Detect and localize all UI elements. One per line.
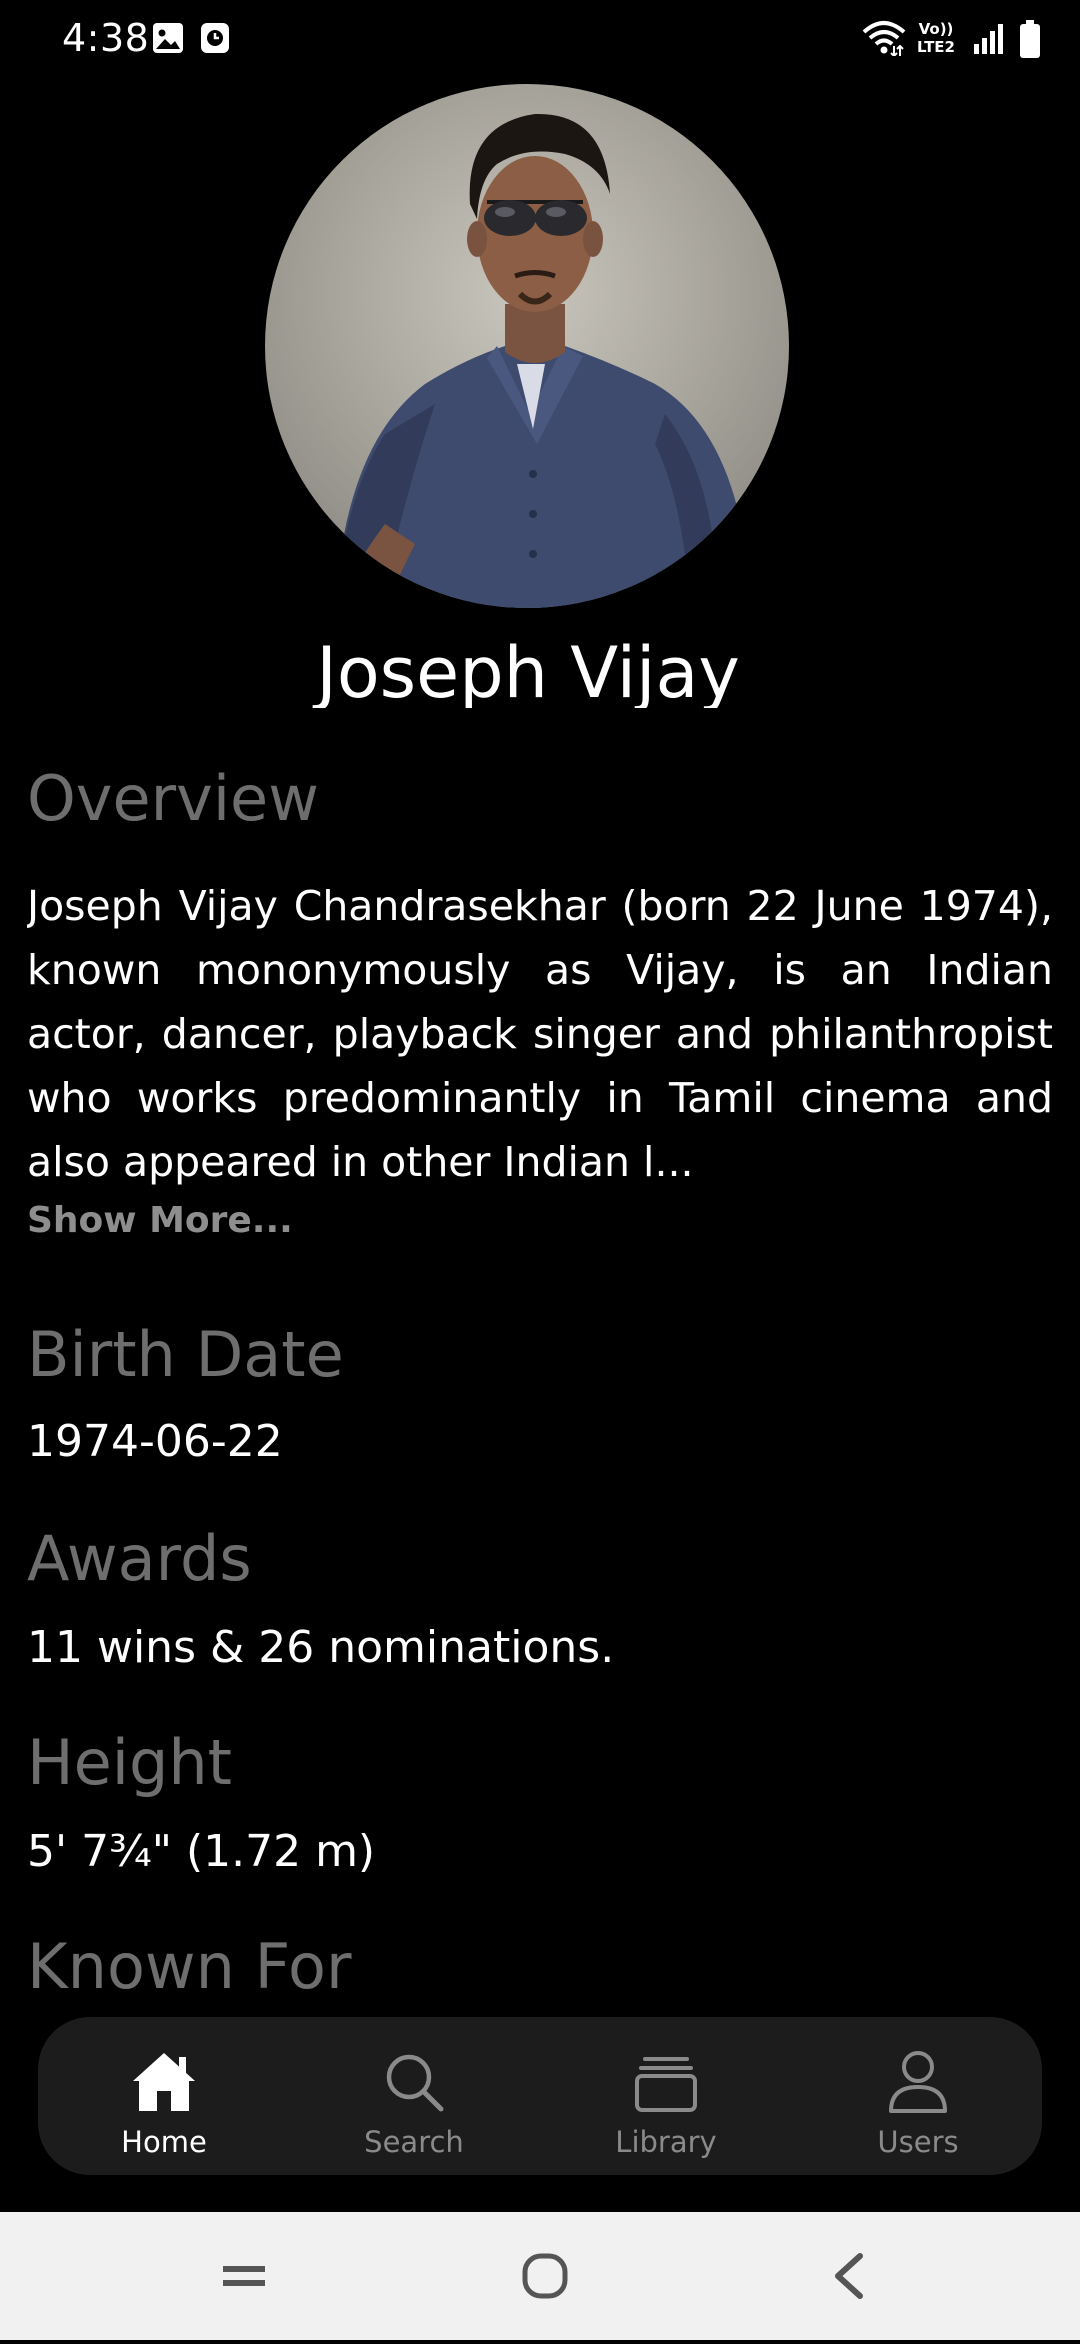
home-circle-icon (522, 2253, 568, 2299)
overview-text: Joseph Vijay Chandrasekhar (born 22 June… (27, 882, 1053, 1186)
nav-label-library: Library (615, 2125, 717, 2159)
awards-title: Awards (27, 1522, 252, 1595)
awards-value: 11 wins & 26 nominations. (27, 1622, 615, 1673)
search-icon (386, 2054, 444, 2112)
recents-button[interactable] (183, 2212, 303, 2340)
nav-label-users: Users (877, 2125, 959, 2159)
status-bar: 4:38 Vo)) LTE2 (0, 0, 1080, 80)
system-home-button[interactable] (485, 2212, 605, 2340)
volte-label: Vo)) (918, 20, 954, 38)
height-value: 5' 7¾" (1.72 m) (27, 1826, 376, 1877)
status-right-group: Vo)) LTE2 (820, 0, 1080, 80)
height-title: Height (27, 1726, 232, 1799)
overview-title: Overview (27, 762, 319, 835)
recents-icon (223, 2266, 265, 2286)
clock-app-icon (201, 23, 229, 53)
bottom-nav: Home Search Library Users (38, 2017, 1042, 2175)
wifi-icon (862, 21, 906, 56)
nav-item-library[interactable]: Library (576, 2017, 756, 2175)
birth-date-value: 1974-06-22 (27, 1416, 283, 1467)
nav-label-home: Home (121, 2125, 207, 2159)
known-for-title: Known For (27, 1930, 352, 2003)
user-icon (889, 2051, 947, 2113)
avatar-portrait (335, 113, 745, 608)
status-time: 4:38 (62, 16, 150, 60)
nav-item-search[interactable]: Search (324, 2017, 504, 2175)
signal-icon (974, 24, 1003, 54)
show-more-link[interactable]: Show More... (27, 1200, 293, 1241)
system-nav-bar (0, 2212, 1080, 2340)
nav-item-home[interactable]: Home (74, 2017, 254, 2175)
profile-avatar (265, 84, 789, 608)
back-button[interactable] (788, 2212, 908, 2340)
library-icon (635, 2057, 697, 2112)
nav-label-search: Search (364, 2125, 464, 2159)
birth-date-title: Birth Date (27, 1318, 344, 1391)
nav-item-users[interactable]: Users (828, 2017, 1008, 2175)
gallery-icon (153, 23, 183, 53)
back-icon (835, 2253, 863, 2299)
lte2-label: LTE2 (917, 38, 955, 56)
battery-icon (1020, 20, 1040, 58)
home-icon (133, 2053, 195, 2111)
volte-lte2-icon: Vo)) LTE2 (908, 20, 964, 60)
profile-name: Joseph Vijay (316, 632, 740, 708)
